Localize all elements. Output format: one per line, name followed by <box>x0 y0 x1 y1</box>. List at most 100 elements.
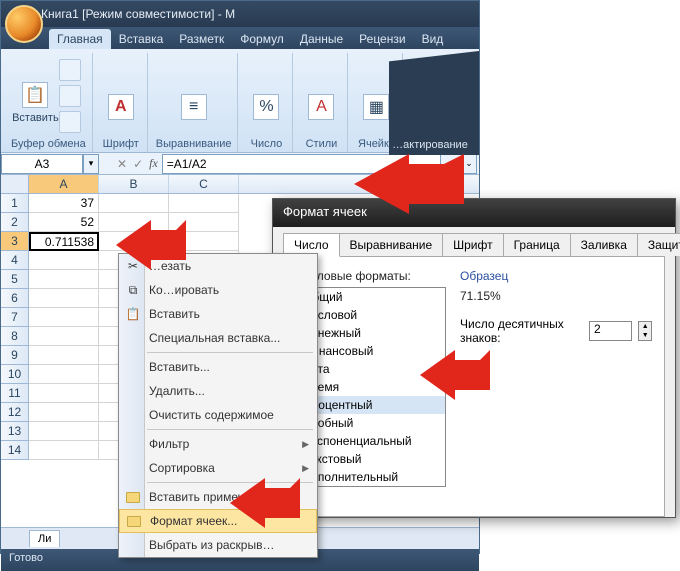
fmt-fraction[interactable]: Дробный <box>297 414 445 432</box>
ctx-sep <box>147 429 313 430</box>
col-B[interactable]: B <box>99 175 169 193</box>
fx-reject-icon[interactable]: ✕ <box>117 157 127 171</box>
fx-icon[interactable]: fx <box>149 156 158 171</box>
row-3[interactable]: 3 <box>1 232 29 251</box>
group-label-align: Выравнивание <box>156 136 232 150</box>
clipboard-icon: 📋 <box>22 82 48 108</box>
group-font: A Шрифт <box>95 53 148 152</box>
fmt-general[interactable]: Общий <box>297 288 445 306</box>
group-number: % Число <box>240 53 293 152</box>
cell-A11[interactable] <box>29 384 99 403</box>
group-label-clipboard: Буфер обмена <box>11 136 86 150</box>
row-13[interactable]: 13 <box>1 422 29 441</box>
ctx-delete[interactable]: Удалить... <box>119 379 317 403</box>
chevron-right-icon: ▶ <box>302 463 309 474</box>
ctx-pick-from-list[interactable]: Выбрать из раскрыв… <box>119 533 317 557</box>
ctx-paste-special[interactable]: Специальная вставка... <box>119 326 317 350</box>
dlgtab-fill[interactable]: Заливка <box>570 233 638 256</box>
chevron-down-icon[interactable]: ▼ <box>639 331 651 340</box>
cell-A2[interactable]: 52 <box>29 213 99 232</box>
row-8[interactable]: 8 <box>1 327 29 346</box>
tab-layout[interactable]: Разметк <box>171 29 232 49</box>
dlgtab-border[interactable]: Граница <box>503 233 571 256</box>
row-7[interactable]: 7 <box>1 308 29 327</box>
row-5[interactable]: 5 <box>1 270 29 289</box>
row-10[interactable]: 10 <box>1 365 29 384</box>
copy-button[interactable] <box>59 85 81 107</box>
dlgtab-protection[interactable]: Защита <box>637 233 680 256</box>
sheet-tab[interactable]: Ли <box>29 530 60 547</box>
ctx-copy[interactable]: ⧉Ко…ировать <box>119 278 317 302</box>
col-A[interactable]: A <box>29 175 99 193</box>
dialog-title: Формат ячеек <box>273 199 675 227</box>
row-6[interactable]: 6 <box>1 289 29 308</box>
chevron-up-icon[interactable]: ▲ <box>639 322 651 331</box>
ctx-paste[interactable]: 📋Вставить <box>119 302 317 326</box>
cell-A10[interactable] <box>29 365 99 384</box>
annotation-arrow-cell <box>116 220 186 270</box>
row-2[interactable]: 2 <box>1 213 29 232</box>
row-11[interactable]: 11 <box>1 384 29 403</box>
ctx-insert[interactable]: Вставить... <box>119 355 317 379</box>
fmt-text[interactable]: Текстовый <box>297 450 445 468</box>
row-9[interactable]: 9 <box>1 346 29 365</box>
cut-button[interactable] <box>59 59 81 81</box>
row-14[interactable]: 14 <box>1 441 29 460</box>
tab-data[interactable]: Данные <box>292 29 351 49</box>
tab-formulas[interactable]: Формул <box>232 29 292 49</box>
format-painter-button[interactable] <box>59 111 81 133</box>
font-icon: A <box>108 94 134 120</box>
cell-A4[interactable] <box>29 251 99 270</box>
row-4[interactable]: 4 <box>1 251 29 270</box>
fx-controls: ✕ ✓ fx <box>117 156 158 171</box>
cell-A3[interactable]: 0.711538 <box>29 232 99 251</box>
decimals-row: Число десятичных знаков: 2 ▲ ▼ <box>460 317 652 345</box>
row-12[interactable]: 12 <box>1 403 29 422</box>
col-C[interactable]: C <box>169 175 239 193</box>
font-button[interactable]: A <box>101 65 141 127</box>
styles-icon: A <box>308 94 334 120</box>
annotation-arrow-percent <box>420 350 490 400</box>
decimals-spinner[interactable]: ▲ ▼ <box>638 321 652 341</box>
tab-view[interactable]: Вид <box>414 29 452 49</box>
tab-review[interactable]: Рецензи <box>351 29 413 49</box>
cell-B1[interactable] <box>99 194 169 213</box>
cell-A8[interactable] <box>29 327 99 346</box>
dlgtab-font[interactable]: Шрифт <box>442 233 503 256</box>
cell-A6[interactable] <box>29 289 99 308</box>
fmt-currency[interactable]: Денежный <box>297 324 445 342</box>
office-button[interactable] <box>5 5 43 43</box>
annotation-arrow-format-cells <box>230 478 300 528</box>
paste-button[interactable]: 📋 Вставить <box>15 65 55 127</box>
cell-A12[interactable] <box>29 403 99 422</box>
cell-A7[interactable] <box>29 308 99 327</box>
row-1[interactable]: 1 <box>1 194 29 213</box>
select-all-corner[interactable] <box>1 175 29 193</box>
cell-C1[interactable] <box>169 194 239 213</box>
fx-accept-icon[interactable]: ✓ <box>133 157 143 171</box>
format-list-label: Числовые форматы: <box>296 269 446 283</box>
name-box[interactable]: A3 <box>1 154 83 174</box>
group-label-styles: Стили <box>306 136 338 150</box>
cell-A1[interactable]: 37 <box>29 194 99 213</box>
number-button[interactable]: % <box>246 65 286 127</box>
cells-icon: ▦ <box>363 94 389 120</box>
cell-A5[interactable] <box>29 270 99 289</box>
ctx-filter[interactable]: Фильтр▶ <box>119 432 317 456</box>
ctx-sort[interactable]: Сортировка▶ <box>119 456 317 480</box>
tab-insert[interactable]: Вставка <box>111 29 172 49</box>
alignment-button[interactable]: ≡ <box>174 65 214 127</box>
fmt-scientific[interactable]: Экспоненциальный <box>297 432 445 450</box>
ctx-clear[interactable]: Очистить содержимое <box>119 403 317 427</box>
cell-A9[interactable] <box>29 346 99 365</box>
fmt-special[interactable]: Дополнительный <box>297 468 445 486</box>
fmt-custom[interactable]: (все форматы) <box>297 486 445 487</box>
cell-A13[interactable] <box>29 422 99 441</box>
decimals-input[interactable]: 2 <box>589 321 632 341</box>
styles-button[interactable]: A <box>301 65 341 127</box>
name-box-dropdown[interactable]: ▾ <box>83 154 99 174</box>
dlgtab-alignment[interactable]: Выравнивание <box>339 233 444 256</box>
tab-home[interactable]: Главная <box>49 29 111 49</box>
cell-A14[interactable] <box>29 441 99 460</box>
fmt-number[interactable]: Числовой <box>297 306 445 324</box>
